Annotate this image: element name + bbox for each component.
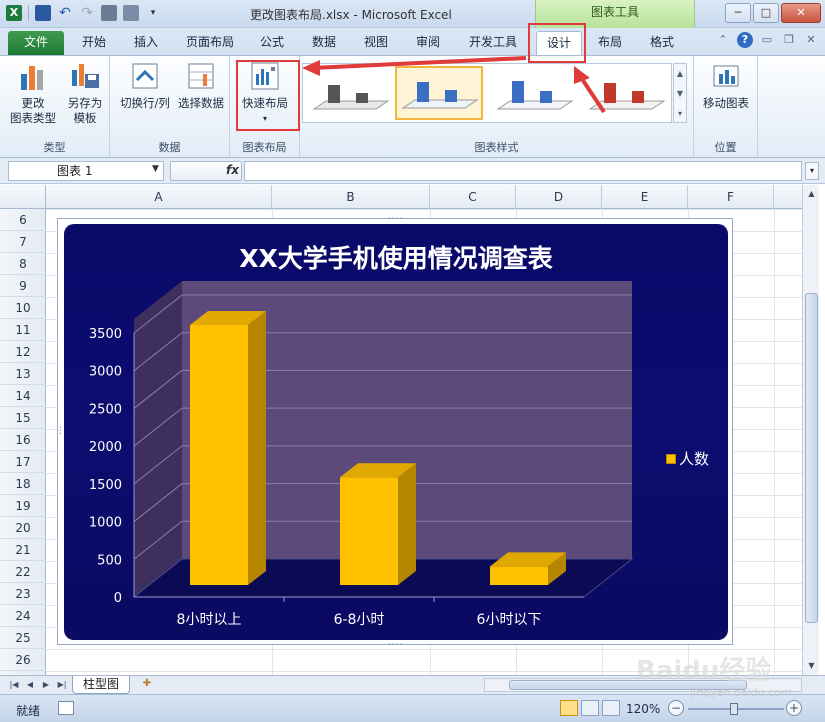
column-header[interactable]: B: [272, 185, 430, 209]
resize-handle-right[interactable]: ⋮: [728, 426, 738, 436]
column-header[interactable]: E: [602, 185, 688, 209]
row-headers: 6 7 8 9 10 11 12 13 14 15 16 17 18 19 20 21 22 23 24 25 26: [0, 209, 46, 675]
column-headers: A B C D E F: [0, 185, 802, 209]
row-header[interactable]: 18: [0, 473, 46, 495]
resize-handle-bottom[interactable]: ····: [388, 640, 403, 650]
annotation-arrows: [302, 56, 606, 114]
page-layout-view-icon[interactable]: [581, 700, 599, 716]
normal-view-icon[interactable]: [560, 700, 578, 716]
row-header[interactable]: 17: [0, 451, 46, 473]
row-header[interactable]: 7: [0, 231, 46, 253]
y-tick-label: 500: [97, 553, 122, 568]
bar-side: [398, 463, 416, 585]
row-header[interactable]: 9: [0, 275, 46, 297]
y-tick-label: 3500: [89, 327, 122, 342]
row-header[interactable]: 22: [0, 561, 46, 583]
insert-function-icon[interactable]: fx: [226, 163, 239, 177]
name-box-arrow-icon[interactable]: ▼: [152, 164, 159, 174]
column-header[interactable]: D: [516, 185, 602, 209]
row-header[interactable]: 20: [0, 517, 46, 539]
legend-swatch: [666, 453, 676, 464]
new-sheet-icon[interactable]: ✚: [136, 678, 158, 692]
page-break-view-icon[interactable]: [602, 700, 620, 716]
bar-front[interactable]: [490, 566, 548, 585]
chart-area[interactable]: XX大学手机使用情况调查表 0 500 1000 1500 2000 2500 3000 35…: [64, 224, 728, 640]
x-tick-label: 6-8小时: [334, 612, 385, 628]
status-ready: 就绪: [16, 704, 41, 718]
row-header[interactable]: 23: [0, 583, 46, 605]
bar-front[interactable]: [340, 477, 398, 585]
row-header[interactable]: 24: [0, 605, 46, 627]
zoom-slider-thumb[interactable]: [730, 703, 738, 715]
row-header[interactable]: 12: [0, 341, 46, 363]
chart-legend[interactable]: 人数: [666, 448, 709, 469]
zoom-in-icon[interactable]: +: [786, 700, 802, 716]
watermark-logo: Baidu经验: [636, 656, 772, 686]
plot-area[interactable]: 0 500 1000 1500 2000 2500 3000 3500 8小时以上 6-8小时 6小…: [64, 224, 728, 640]
y-tick-label: 1500: [89, 478, 122, 493]
legend-label: 人数: [679, 450, 710, 468]
next-sheet-icon[interactable]: ▶: [40, 678, 52, 692]
row-header[interactable]: 15: [0, 407, 46, 429]
formula-input[interactable]: [244, 161, 802, 181]
row-header[interactable]: 13: [0, 363, 46, 385]
first-sheet-icon[interactable]: |◀: [8, 678, 20, 692]
column-header[interactable]: C: [430, 185, 516, 209]
column-header[interactable]: F: [688, 185, 774, 209]
expand-formula-icon[interactable]: ▾: [805, 162, 819, 180]
column-header[interactable]: A: [46, 185, 272, 209]
vertical-scrollbar[interactable]: ▲ ▼: [802, 185, 819, 675]
watermark-url: jingyan.baidu.com: [690, 686, 792, 699]
row-header[interactable]: 11: [0, 319, 46, 341]
scroll-up-icon[interactable]: ▲: [805, 187, 818, 201]
prev-sheet-icon[interactable]: ◀: [24, 678, 36, 692]
row-header[interactable]: 14: [0, 385, 46, 407]
row-header[interactable]: 25: [0, 627, 46, 649]
x-tick-label: 6小时以下: [477, 612, 542, 628]
scroll-thumb[interactable]: [805, 293, 818, 623]
last-sheet-icon[interactable]: ▶|: [56, 678, 68, 692]
select-all-corner[interactable]: [0, 185, 46, 209]
view-buttons: [560, 700, 620, 716]
row-header[interactable]: 10: [0, 297, 46, 319]
row-header[interactable]: 21: [0, 539, 46, 561]
y-tick-label: 3000: [89, 365, 122, 380]
x-tick-label: 8小时以上: [177, 612, 242, 628]
formula-bar: 图表 1 ▼ fx ▾: [0, 158, 825, 184]
macro-record-icon[interactable]: [58, 701, 74, 715]
zoom-level[interactable]: 120%: [626, 702, 660, 716]
row-header[interactable]: 8: [0, 253, 46, 275]
y-tick-label: 0: [114, 591, 122, 606]
bar-side: [248, 311, 266, 585]
zoom-out-icon[interactable]: −: [668, 700, 684, 716]
row-header[interactable]: 16: [0, 429, 46, 451]
resize-handle-top[interactable]: ····: [388, 214, 403, 224]
name-box[interactable]: 图表 1: [8, 161, 164, 181]
bar-front[interactable]: [190, 325, 248, 585]
scroll-down-icon[interactable]: ▼: [805, 659, 818, 673]
row-header[interactable]: 26: [0, 649, 46, 671]
sheet-tab[interactable]: 柱型图: [72, 676, 130, 694]
y-tick-label: 1000: [89, 516, 122, 531]
chart-side-wall: [134, 281, 182, 597]
y-tick-label: 2000: [89, 440, 122, 455]
y-tick-label: 2500: [89, 402, 122, 417]
row-header[interactable]: 19: [0, 495, 46, 517]
grid-line: [774, 209, 775, 675]
row-header[interactable]: 6: [0, 209, 46, 231]
